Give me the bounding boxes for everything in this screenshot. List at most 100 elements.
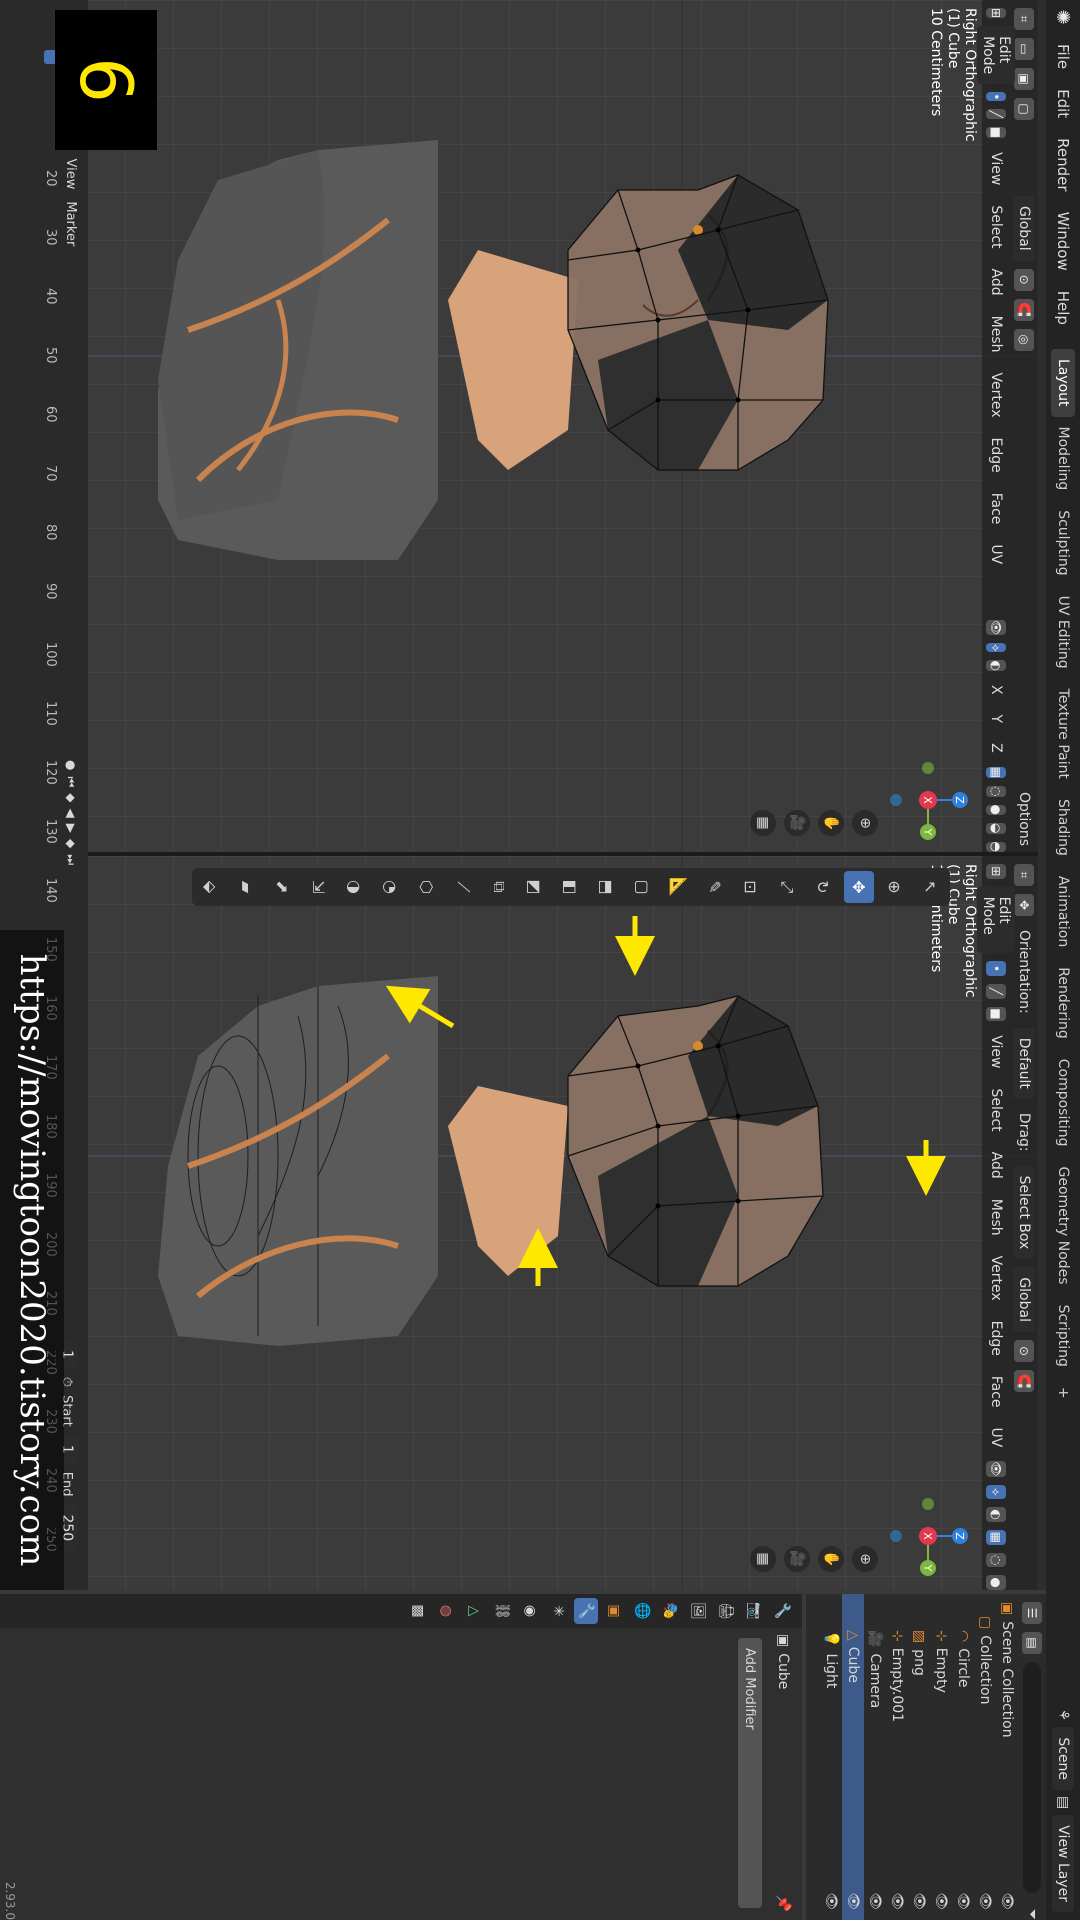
shrink-tool-icon[interactable]: ⬈ <box>268 871 298 903</box>
visibility-eye-icon[interactable]: 👁 <box>845 1892 861 1910</box>
mode-dropdown[interactable]: Edit Mode <box>977 26 1015 85</box>
shading-solid-icon[interactable]: ● <box>986 804 1006 816</box>
viewport-left[interactable]: ⌗ ▭ ▣ ▢ Global ⊙ 🧲 ◎ Options ⊞ Edit Mode… <box>88 0 1038 852</box>
pivot-point-icon[interactable]: ⊙ <box>1014 1339 1034 1362</box>
display-mode-icon[interactable]: ▤ <box>1022 1632 1042 1654</box>
tool-props-icon[interactable]: 🔧 <box>770 1598 794 1624</box>
menu-uv[interactable]: UV <box>987 538 1005 570</box>
edge-slide-tool-icon[interactable]: ⇲ <box>304 871 334 903</box>
object-props-icon[interactable]: ▣ <box>602 1598 626 1624</box>
vertex-select-icon[interactable]: • <box>986 92 1006 102</box>
view-layer-props-icon[interactable]: 🖼 <box>686 1598 710 1624</box>
zoom-icon[interactable]: ⊕ <box>852 1546 878 1572</box>
shading-material-icon[interactable]: ◒ <box>986 823 1006 834</box>
tweak-tool-icon[interactable]: ↖ <box>916 871 946 903</box>
menu-help[interactable]: Help <box>1054 281 1072 335</box>
inset-tool-icon[interactable]: ◧ <box>556 871 586 903</box>
menu-edge[interactable]: Edge <box>987 1315 1005 1362</box>
tab-sculpting[interactable]: Sculpting <box>1051 500 1075 585</box>
poly-build-tool-icon[interactable]: ⬡ <box>412 871 442 903</box>
xray-toggle-icon[interactable]: ▦ <box>986 766 1006 779</box>
cursor-tool-icon[interactable]: ⊕ <box>880 871 910 903</box>
menu-file[interactable]: File <box>1054 34 1072 79</box>
scene-icon[interactable]: ⚘ <box>1055 1709 1071 1722</box>
shading-wireframe-icon[interactable]: ◌ <box>986 786 1006 797</box>
outliner-row[interactable]: ▣ Scene Collection 👁 <box>996 1594 1018 1920</box>
vertex-select-icon[interactable]: • <box>986 961 1006 976</box>
editor-type-icon[interactable]: ⌗ <box>1014 864 1034 886</box>
play-icon[interactable]: ▶ <box>63 824 78 833</box>
render-props-icon[interactable]: 📷 <box>742 1598 766 1624</box>
tab-texture-paint[interactable]: Texture Paint <box>1051 679 1075 789</box>
outliner[interactable]: ☰ ▤ ⏷ ▣ Scene Collection 👁 ▢ Collection 👁 ◠ Cir… <box>806 1594 1046 1920</box>
shading-solid-icon[interactable]: ● <box>986 1575 1006 1590</box>
particles-props-icon[interactable]: ✳ <box>546 1598 570 1624</box>
pivot-point-icon[interactable]: ⊙ <box>1014 268 1034 291</box>
visibility-eye-icon[interactable]: 👁 <box>867 1892 883 1910</box>
visibility-eye-icon[interactable]: 👁 <box>823 1892 839 1910</box>
select-extend-icon[interactable]: ▣ <box>1014 68 1034 90</box>
visibility-eye-icon[interactable]: 👁 <box>977 1892 993 1910</box>
add-workspace-button[interactable]: + <box>1051 1377 1075 1409</box>
transform-orientation-dropdown[interactable]: Global <box>1013 1267 1035 1332</box>
transform-icon[interactable]: ✥ <box>1014 894 1034 916</box>
tab-shading[interactable]: Shading <box>1051 789 1075 866</box>
select-subtract-icon[interactable]: ▢ <box>1014 98 1034 120</box>
physics-props-icon[interactable]: ◉ <box>518 1598 542 1624</box>
timeline-menu-view[interactable]: View <box>64 159 79 190</box>
menu-mesh[interactable]: Mesh <box>987 1193 1005 1242</box>
shading-rendered-icon[interactable]: ◓ <box>986 841 1006 852</box>
visibility-icon[interactable]: 👁 <box>986 1461 1006 1477</box>
tab-modeling[interactable]: Modeling <box>1051 417 1075 501</box>
gizmo-toggle-icon[interactable]: ⟡ <box>986 643 1006 653</box>
menu-uv[interactable]: UV <box>987 1422 1005 1454</box>
navigation-gizmo-right[interactable]: Z Y X <box>888 1496 968 1576</box>
snap-icon[interactable]: 🧲 <box>1014 298 1034 321</box>
visibility-eye-icon[interactable]: 👁 <box>999 1892 1015 1910</box>
move-tool-icon[interactable]: ✥ <box>844 871 874 903</box>
menu-view[interactable]: View <box>987 146 1005 191</box>
next-keyframe-icon[interactable]: ◆ <box>63 839 78 848</box>
record-icon[interactable]: ● <box>63 760 78 770</box>
visibility-eye-icon[interactable]: 👁 <box>889 1892 905 1910</box>
view-layer-field[interactable]: View Layer <box>1052 1815 1074 1912</box>
snap-icon[interactable]: 🧲 <box>1014 1369 1034 1392</box>
extrude-tool-icon[interactable]: ⬒ <box>592 871 622 903</box>
constraints-props-icon[interactable]: ⛓ <box>490 1598 514 1624</box>
menu-vertex[interactable]: Vertex <box>987 367 1005 424</box>
tab-uv-editing[interactable]: UV Editing <box>1051 586 1075 679</box>
outliner-row[interactable]: ▢ Collection 👁 <box>974 1594 996 1920</box>
outliner-row[interactable]: ⊹ Empty.001 👁 <box>886 1594 908 1920</box>
knife-tool-icon[interactable]: ⟋ <box>448 871 478 903</box>
menu-view[interactable]: View <box>987 1029 1005 1074</box>
tab-animation[interactable]: Animation <box>1051 866 1075 957</box>
overlay-toggle-icon[interactable]: ◐ <box>986 1507 1006 1522</box>
select-box-icon[interactable]: ▭ <box>1014 38 1034 60</box>
scale-tool-icon[interactable]: ⤢ <box>772 871 802 903</box>
view-icon[interactable]: ⊞ <box>986 8 1006 19</box>
rotate-tool-icon[interactable]: ↻ <box>808 871 838 903</box>
navigation-gizmo-left[interactable]: Z Y X <box>888 760 968 840</box>
tab-geometry-nodes[interactable]: Geometry Nodes <box>1051 1157 1075 1295</box>
visibility-icon[interactable]: 👁 <box>986 619 1006 636</box>
view-layer-icon[interactable]: ▤ <box>1055 1796 1071 1809</box>
proportional-edit-icon[interactable]: ◎ <box>1014 328 1034 351</box>
add-modifier-button[interactable]: Add Modifier <box>738 1638 762 1908</box>
play-reverse-icon[interactable]: ◀ <box>63 809 78 818</box>
annotate-tool-icon[interactable]: ✎ <box>700 871 730 903</box>
overlay-toggle-icon[interactable]: ◐ <box>986 660 1006 671</box>
blender-logo-icon[interactable]: ✺ <box>1053 0 1074 34</box>
face-select-icon[interactable]: ■ <box>986 126 1006 139</box>
visibility-eye-icon[interactable]: 👁 <box>955 1892 971 1910</box>
bevel-tool-icon[interactable]: ◩ <box>520 871 550 903</box>
menu-window[interactable]: Window <box>1054 202 1072 281</box>
spin-tool-icon[interactable]: ◔ <box>376 871 406 903</box>
options-dropdown[interactable]: Options <box>1015 786 1033 852</box>
camera-view-icon[interactable]: 🎥 <box>784 810 810 836</box>
drag-dropdown[interactable]: Select Box <box>1013 1165 1035 1260</box>
outliner-row[interactable]: 💡 Light 👁 <box>820 1594 842 1920</box>
shading-wireframe-icon[interactable]: ◌ <box>986 1552 1006 1568</box>
axis-x-toggle[interactable]: X <box>987 679 1005 701</box>
viewport-right[interactable]: ⌗ ✥ Orientation: Default Drag: Select Bo… <box>88 856 1038 1590</box>
loop-cut-tool-icon[interactable]: ⧉ <box>484 871 514 903</box>
